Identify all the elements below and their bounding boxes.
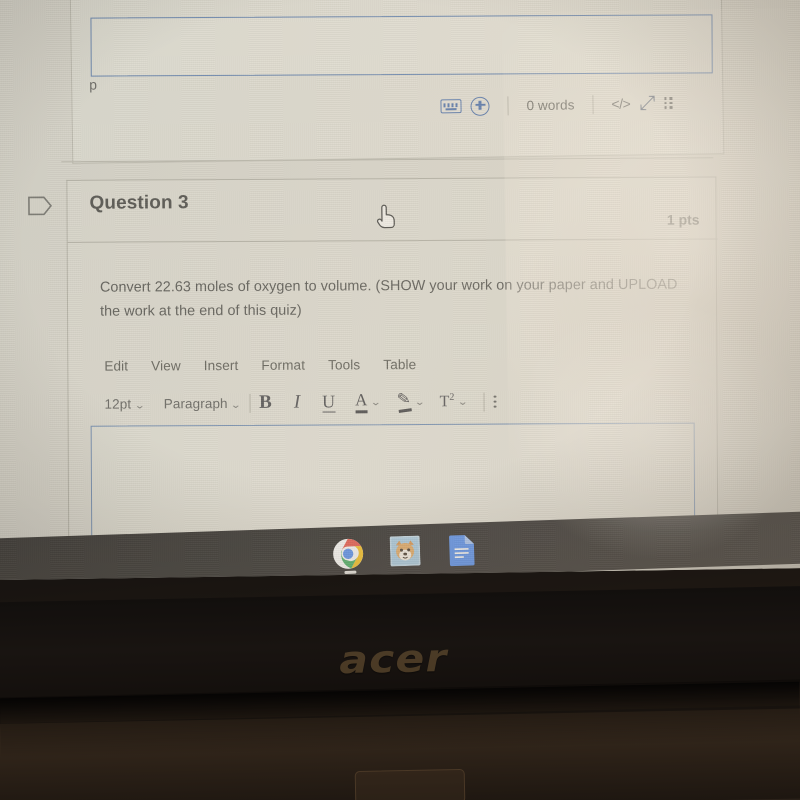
expand-arrow-icon[interactable]: ⤢ bbox=[639, 92, 655, 115]
block-format-dropdown[interactable]: Paragraph ⌄ bbox=[163, 395, 242, 411]
menu-item-format[interactable]: Format bbox=[261, 358, 305, 373]
accessibility-checker-icon[interactable] bbox=[470, 96, 490, 116]
laptop-screen: Paragraph⌄ B I U A ⌄ ✎ ⌄ T2 ⌄ p bbox=[0, 0, 800, 581]
shelf-item-google-docs[interactable] bbox=[448, 534, 481, 567]
menu-item-edit[interactable]: Edit bbox=[104, 359, 128, 374]
shelf-item-shiba-app[interactable] bbox=[389, 535, 423, 568]
upper-answer-textarea[interactable] bbox=[90, 14, 713, 77]
menu-item-insert[interactable]: Insert bbox=[204, 358, 239, 373]
active-app-indicator bbox=[344, 570, 357, 574]
block-format-label: Paragraph bbox=[163, 395, 228, 411]
mouse-cursor-pointer bbox=[375, 203, 397, 229]
question-title: Question 3 bbox=[89, 192, 189, 214]
chevron-down-icon[interactable]: ⌄ bbox=[457, 396, 468, 407]
question-3-container: Question 3 1 pts Convert 22.63 moles of … bbox=[66, 176, 719, 556]
superscript-base: T bbox=[439, 393, 450, 411]
chevron-down-icon[interactable]: ⌄ bbox=[414, 396, 425, 407]
photo-of-laptop-screen: acer Paragraph⌄ B I U A ⌄ ✎ ⌄ T2 ⌄ bbox=[0, 0, 800, 800]
chevron-down-icon[interactable]: ⌄ bbox=[370, 397, 381, 408]
superscript-button[interactable]: T2 bbox=[440, 392, 455, 411]
acer-brand-logo: acer bbox=[338, 635, 448, 683]
question-points-badge: 1 pts bbox=[666, 211, 700, 228]
laptop-deck-notch bbox=[354, 768, 466, 800]
canvas-quiz-page: Paragraph⌄ B I U A ⌄ ✎ ⌄ T2 ⌄ p bbox=[0, 0, 800, 581]
shelf-item-chrome-browser[interactable] bbox=[332, 537, 365, 570]
upper-element-path: p bbox=[89, 76, 98, 93]
keyboard-icon[interactable] bbox=[440, 99, 462, 114]
text-color-button[interactable]: A bbox=[355, 390, 368, 414]
more-options-button[interactable] bbox=[493, 395, 497, 409]
toolbar-divider bbox=[249, 393, 251, 413]
editor-menubar: Edit View Insert Format Tools Table bbox=[104, 357, 416, 374]
toolbar-divider bbox=[483, 392, 485, 412]
bookmark-flag-icon[interactable] bbox=[27, 195, 53, 216]
menu-item-view[interactable]: View bbox=[151, 358, 181, 373]
font-size-dropdown[interactable]: 12pt ⌄ bbox=[104, 396, 146, 412]
resize-grip-icon[interactable] bbox=[664, 96, 673, 110]
status-divider bbox=[507, 95, 509, 115]
menu-item-tools[interactable]: Tools bbox=[328, 357, 360, 372]
chevron-down-icon: ⌄ bbox=[133, 399, 146, 412]
italic-button[interactable]: I bbox=[294, 392, 300, 414]
chevron-down-icon: ⌄ bbox=[230, 399, 242, 411]
word-count-label: 0 words bbox=[526, 96, 575, 113]
underline-button[interactable]: U bbox=[322, 391, 336, 413]
upper-editor-status-bar: 0 words </> ⤢ bbox=[440, 87, 705, 121]
question-editor-toolbar: 12pt ⌄ Paragraph ⌄ B I U A ⌄ ✎ ⌄ T2 ⌄ bbox=[104, 390, 497, 415]
shelf-app-icons bbox=[332, 534, 481, 571]
bold-button[interactable]: B bbox=[259, 392, 272, 414]
menu-item-table[interactable]: Table bbox=[383, 357, 416, 372]
superscript-exponent: 2 bbox=[449, 392, 455, 404]
font-size-label: 12pt bbox=[104, 396, 132, 412]
status-divider bbox=[592, 94, 594, 114]
question-body-text: Convert 22.63 moles of oxygen to volume.… bbox=[99, 276, 678, 320]
html-editor-icon[interactable]: </> bbox=[611, 96, 630, 112]
highlight-button[interactable]: ✎ bbox=[396, 390, 413, 413]
